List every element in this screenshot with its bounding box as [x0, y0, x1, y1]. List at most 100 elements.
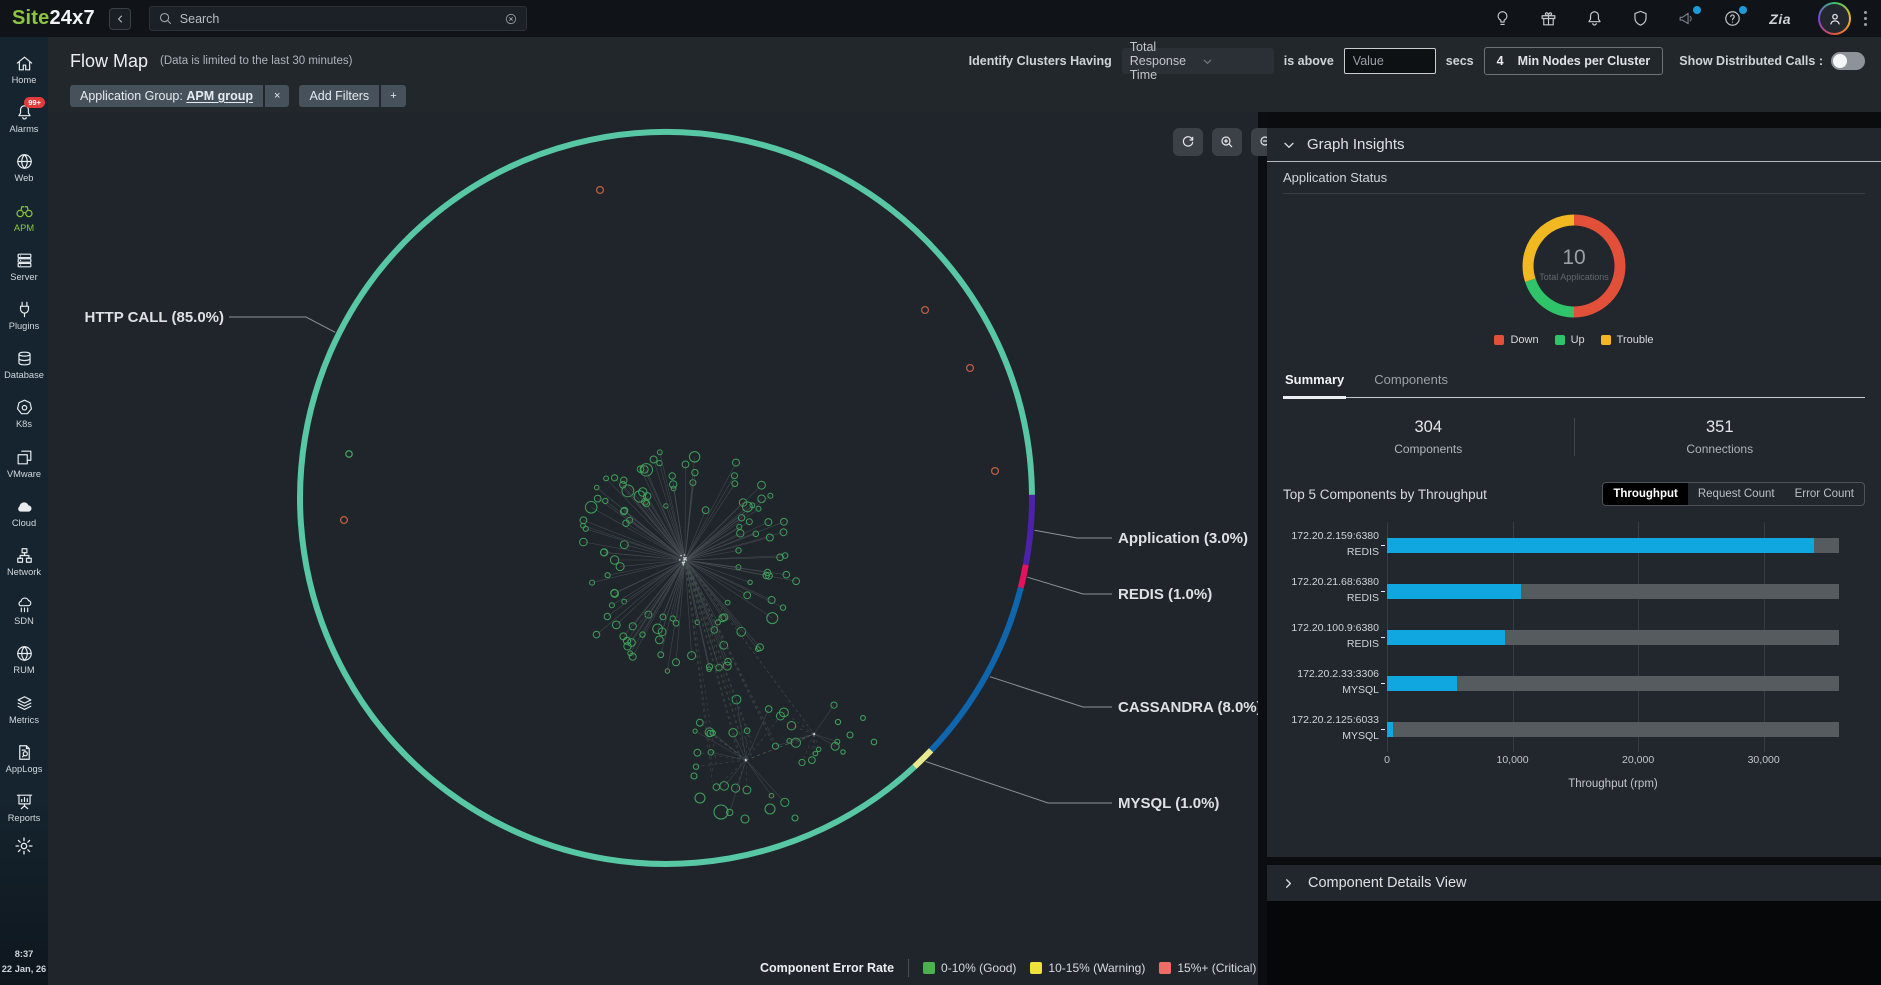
sidebar-item-reports[interactable]: Reports	[0, 783, 48, 832]
chart-tab-throughput[interactable]: Throughput	[1603, 483, 1688, 505]
bar-row: 172.20.2.33:3306MYSQL	[1283, 660, 1839, 706]
chevron-down-icon	[1201, 55, 1266, 68]
component-details-view-header[interactable]: Component Details View	[1267, 865, 1881, 901]
sdn-icon	[15, 595, 34, 614]
graph-insights-panel: Graph Insights Application Status 10Tota…	[1267, 112, 1881, 985]
svg-text:10: 10	[1562, 246, 1585, 269]
add-filters-chip[interactable]: Add Filters +	[299, 85, 405, 107]
gift-icon[interactable]	[1539, 9, 1558, 28]
status-legend-item: Trouble	[1601, 334, 1654, 346]
bar-label: 172.20.100.9:6380REDIS	[1283, 621, 1379, 653]
tab-components[interactable]: Components	[1372, 366, 1450, 397]
bar-value	[1387, 676, 1457, 691]
status-legend-item: Up	[1555, 334, 1585, 346]
alarm-count-badge: 99+	[24, 97, 45, 108]
topbar: Site24x7 Zia	[0, 0, 1881, 37]
bar-value	[1387, 538, 1814, 553]
cloud-icon	[15, 497, 34, 516]
refresh-icon	[1180, 134, 1196, 150]
panel-divider	[1258, 112, 1267, 985]
sidebar-item-rum[interactable]: RUM	[0, 635, 48, 684]
bar-label: 172.20.2.159:6380REDIS	[1283, 529, 1379, 561]
min-nodes-control[interactable]: 4 Min Nodes per Cluster	[1484, 47, 1664, 75]
flow-map-canvas[interactable]: HTTP CALL (85.0%)Application (3.0%)REDIS…	[48, 112, 1258, 985]
site24x7-app: Site24x7 Zia HomeAlarms99+WebAPMServerPl…	[0, 0, 1881, 985]
application-status-title: Application Status	[1283, 162, 1865, 194]
settings-gear-icon[interactable]	[14, 836, 34, 856]
error-legend-item: 15%+ (Critical)	[1159, 961, 1256, 975]
sidebar-item-network[interactable]: Network	[0, 537, 48, 586]
sidebar-item-vmware[interactable]: VMware	[0, 439, 48, 488]
application-status-donut: 10Total Applications	[1510, 202, 1638, 330]
collapse-sidebar-button[interactable]	[109, 8, 131, 30]
clear-search-icon[interactable]	[504, 12, 518, 26]
notification-dot	[1693, 6, 1701, 14]
site24x7-logo[interactable]: Site24x7	[12, 7, 95, 30]
zia-logo[interactable]: Zia	[1769, 11, 1791, 27]
sidebar-item-metrics[interactable]: Metrics	[0, 684, 48, 733]
application-group-value[interactable]: APM group	[186, 89, 253, 103]
zoom-in-icon	[1219, 134, 1235, 150]
chart-tab-error-count[interactable]: Error Count	[1785, 483, 1864, 505]
sidebar-item-applogs[interactable]: AppLogs	[0, 734, 48, 783]
sidebar-item-sdn[interactable]: SDN	[0, 586, 48, 635]
flow-map-callout: CASSANDRA (8.0%)	[1118, 699, 1258, 716]
min-nodes-label: Min Nodes per Cluster	[1518, 54, 1651, 68]
notification-dot	[1739, 6, 1747, 14]
zoom-in-button[interactable]	[1212, 128, 1242, 156]
clock-date: 22 Jan, 26	[2, 962, 46, 977]
chart-metric-tabs: ThroughputRequest CountError Count	[1602, 482, 1865, 506]
vmware-icon	[15, 448, 34, 467]
cluster-metric-dropdown[interactable]: Total Response Time	[1122, 48, 1274, 74]
graph-insights-header[interactable]: Graph Insights	[1267, 128, 1881, 162]
search-icon	[158, 11, 173, 26]
clock-time: 8:37	[2, 947, 46, 962]
home-icon	[15, 54, 34, 73]
chart-tab-request-count[interactable]: Request Count	[1688, 483, 1785, 505]
tab-summary[interactable]: Summary	[1283, 366, 1346, 399]
top5-chart-title: Top 5 Components by Throughput	[1283, 487, 1487, 502]
sidebar-item-alarms[interactable]: Alarms99+	[0, 94, 48, 143]
threshold-value-input[interactable]	[1344, 48, 1436, 74]
page-subtitle: (Data is limited to the last 30 minutes)	[160, 55, 352, 67]
refresh-button[interactable]	[1173, 128, 1203, 156]
notifications-bell-icon[interactable]	[1585, 9, 1604, 28]
application-group-filter-chip[interactable]: Application Group: APM group ×	[70, 85, 289, 107]
sidebar-item-home[interactable]: Home	[0, 45, 48, 94]
search-box[interactable]	[149, 6, 527, 31]
bar-value	[1387, 630, 1505, 645]
min-nodes-value: 4	[1497, 54, 1504, 68]
filter-chips-row: Application Group: APM group × Add Filte…	[48, 85, 1881, 112]
stat-components: 304Components	[1283, 418, 1574, 456]
announcements-megaphone-icon[interactable]	[1677, 9, 1696, 28]
plug-icon	[15, 300, 34, 319]
error-legend-item: 0-10% (Good)	[923, 961, 1016, 975]
page-header-bar: Flow Map (Data is limited to the last 30…	[48, 37, 1881, 85]
sidebar-item-plugins[interactable]: Plugins	[0, 291, 48, 340]
shield-icon[interactable]	[1631, 9, 1650, 28]
application-group-label: Application Group:	[80, 89, 183, 103]
sidebar-item-database[interactable]: Database	[0, 340, 48, 389]
flow-map-callout: REDIS (1.0%)	[1118, 586, 1212, 603]
user-avatar[interactable]	[1818, 2, 1851, 35]
sidebar-item-k8s[interactable]: K8s	[0, 389, 48, 438]
metrics-icon	[15, 694, 34, 713]
apps-grid-icon[interactable]	[1864, 11, 1871, 26]
summary-stats: 304Components351Connections	[1283, 398, 1865, 476]
add-filter-plus-icon[interactable]: +	[381, 85, 405, 107]
flow-map-callout: HTTP CALL (85.0%)	[85, 309, 224, 326]
bar-value	[1387, 722, 1393, 737]
help-icon[interactable]	[1723, 9, 1742, 28]
bar-label: 172.20.2.125:6033MYSQL	[1283, 713, 1379, 745]
sidebar-item-server[interactable]: Server	[0, 242, 48, 291]
flow-map-area: HTTP CALL (85.0%)Application (3.0%)REDIS…	[48, 112, 1258, 985]
lightbulb-icon[interactable]	[1493, 9, 1512, 28]
sidebar-item-web[interactable]: Web	[0, 143, 48, 192]
sidebar-item-cloud[interactable]: Cloud	[0, 488, 48, 537]
sidebar-item-apm[interactable]: APM	[0, 193, 48, 242]
error-legend-title: Component Error Rate	[760, 961, 894, 975]
remove-filter-icon[interactable]: ×	[265, 85, 289, 107]
chevron-right-icon	[1281, 876, 1296, 891]
search-input[interactable]	[180, 12, 497, 26]
show-distributed-calls-toggle[interactable]	[1831, 52, 1865, 70]
